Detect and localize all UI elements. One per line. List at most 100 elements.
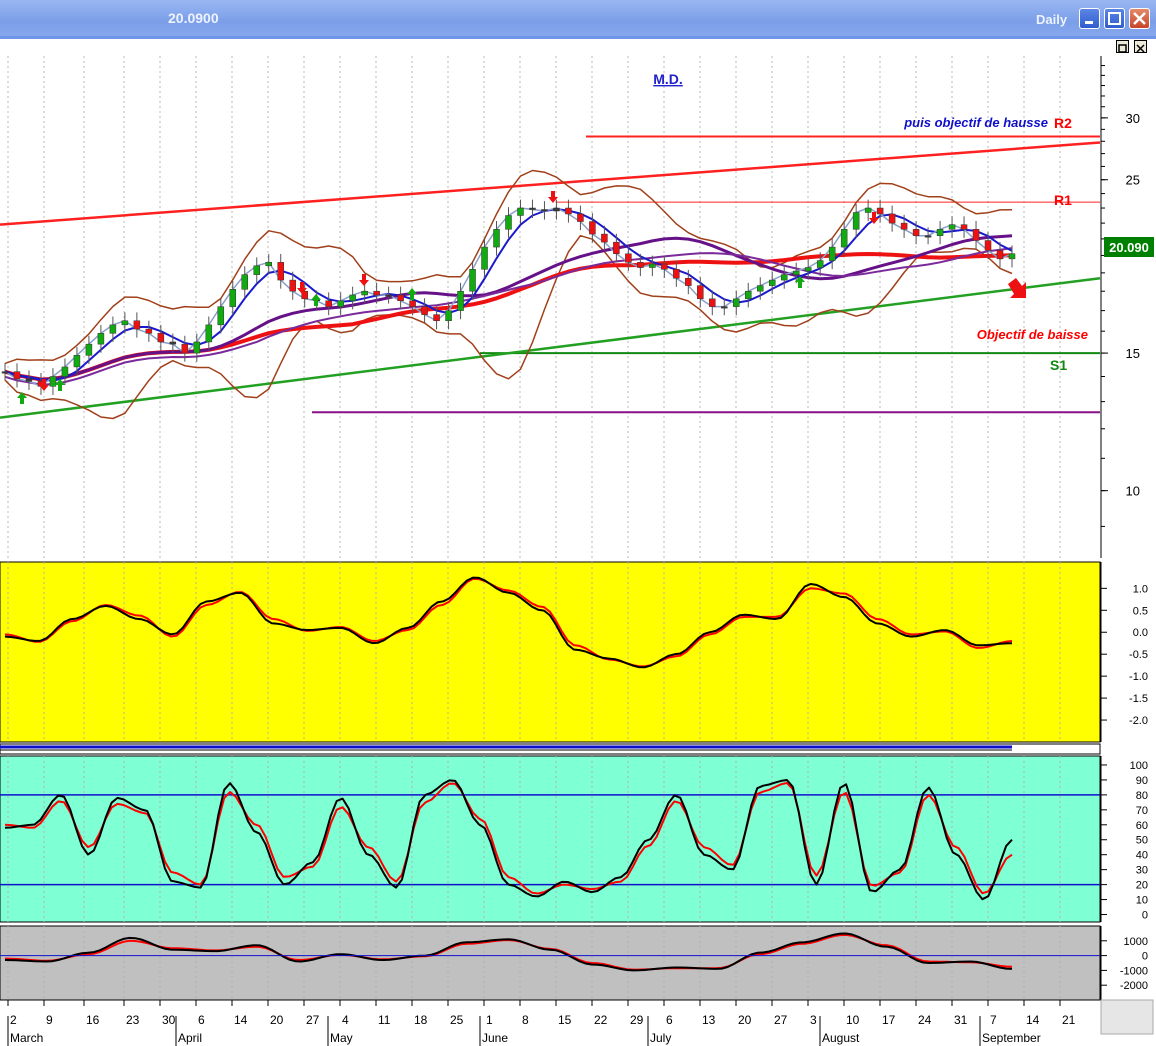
- candle-body: [792, 270, 800, 275]
- x-day-label: 15: [558, 1013, 572, 1027]
- period-label: Daily: [1036, 12, 1068, 27]
- x-month-label: April: [178, 1031, 202, 1045]
- candle-body: [709, 298, 716, 307]
- candle-body: [912, 229, 920, 236]
- candle-body: [253, 265, 260, 275]
- candle-body: [505, 215, 512, 230]
- x-day-label: 14: [234, 1013, 248, 1027]
- candle-body: [325, 300, 332, 307]
- candle-body: [864, 207, 872, 213]
- candle-body: [1008, 253, 1016, 260]
- candle-body: [217, 306, 225, 326]
- x-day-label: 22: [594, 1013, 608, 1027]
- candle-body: [421, 306, 428, 315]
- x-month-label: August: [822, 1031, 860, 1045]
- candle-body: [469, 269, 476, 292]
- volume-oscillator-panel-tick-label: 0: [1142, 951, 1148, 963]
- candle-body: [972, 229, 980, 241]
- candle-body: [553, 207, 560, 212]
- macd-panel-tick-label: 0.5: [1133, 605, 1148, 617]
- candle-body: [673, 269, 680, 279]
- stochastic-panel-tick-label: 100: [1130, 760, 1148, 772]
- candle-body: [697, 285, 704, 300]
- candle-body: [517, 207, 524, 216]
- candle-body: [637, 262, 644, 268]
- candle-body: [73, 355, 81, 368]
- x-month-label: July: [650, 1031, 671, 1045]
- x-day-label: 4: [342, 1013, 349, 1027]
- stochastic-panel-tick-label: 70: [1136, 805, 1148, 817]
- candle-body: [409, 300, 416, 307]
- x-day-label: 6: [198, 1013, 205, 1027]
- candle-body: [349, 294, 356, 302]
- x-day-label: 20: [270, 1013, 284, 1027]
- candle-body: [109, 324, 117, 334]
- macd-panel-tick-label: 0.0: [1133, 627, 1148, 639]
- candle-body: [169, 341, 177, 345]
- price-tick-label: 10: [1126, 484, 1140, 499]
- close-button[interactable]: [1129, 8, 1150, 29]
- candle-body: [205, 324, 213, 343]
- last-price: 20.0900: [168, 10, 219, 26]
- x-axis: 2 9 16 23 30 6 14 20 27 4 11 18 25 1 8 15 22 29 6 13 20 27 3 10…: [0, 999, 1100, 1046]
- candle-body: [361, 290, 368, 296]
- candle-body: [133, 320, 141, 330]
- candle-body: [625, 253, 632, 263]
- x-day-label: 31: [954, 1013, 968, 1027]
- candle-body: [97, 333, 105, 345]
- candle-body: [445, 310, 452, 321]
- candle-body: [948, 224, 956, 230]
- x-day-label: 17: [882, 1013, 896, 1027]
- minimize-icon: [1085, 21, 1093, 24]
- candle-body: [876, 207, 884, 215]
- price-tick-label: 30: [1126, 111, 1140, 126]
- candle-body: [828, 246, 836, 261]
- candle-body: [541, 209, 548, 212]
- price-tick-label: 25: [1126, 173, 1140, 188]
- candle-body: [589, 221, 596, 235]
- x-day-label: 27: [774, 1013, 788, 1027]
- x-day-label: 14: [1026, 1013, 1040, 1027]
- x-day-label: 18: [414, 1013, 428, 1027]
- chart-window: 20.0900 Daily 10 15 25 30 M.D. puis objecti…: [0, 0, 1156, 1046]
- minimize-button[interactable]: [1079, 8, 1100, 29]
- candle-body: [529, 207, 536, 210]
- last-value-label: 20.090: [1109, 240, 1149, 255]
- candle-body: [85, 343, 93, 356]
- macd-panel-tick-label: -2.0: [1129, 715, 1148, 727]
- x-day-label: 1: [486, 1013, 493, 1027]
- stochastic-panel-background[interactable]: [0, 755, 1101, 923]
- stochastic-panel-tick-label: 90: [1136, 775, 1148, 787]
- x-day-label: 30: [162, 1013, 176, 1027]
- candle-body: [397, 294, 404, 302]
- candle-body: [780, 274, 788, 281]
- candle-body: [613, 241, 620, 255]
- sub-restore-button[interactable]: [1116, 40, 1129, 53]
- chart-area[interactable]: 10152530 M.D. puis objectif de hausse R2…: [0, 56, 1156, 1046]
- maximize-button[interactable]: [1104, 8, 1125, 29]
- sub-close-button[interactable]: [1134, 40, 1147, 53]
- candle-body: [936, 229, 944, 236]
- candle-body: [433, 314, 440, 321]
- candle-body: [157, 333, 165, 343]
- close-icon: [1136, 44, 1145, 53]
- label-s1: S1: [1050, 357, 1067, 373]
- x-month-label: May: [330, 1031, 353, 1045]
- candle-body: [888, 213, 896, 224]
- title-bar[interactable]: 20.0900 Daily: [0, 0, 1156, 36]
- candle-body: [840, 229, 848, 248]
- x-month-label: June: [482, 1031, 508, 1045]
- volume-oscillator-panel-tick-label: -1000: [1120, 965, 1148, 977]
- macd-panel-background[interactable]: [0, 561, 1101, 743]
- x-day-label: 25: [450, 1013, 464, 1027]
- stochastic-panel-tick-label: 20: [1136, 880, 1148, 892]
- x-day-label: 8: [522, 1013, 529, 1027]
- restore-icon: [1118, 44, 1127, 53]
- stochastic-panel-tick-label: 10: [1136, 895, 1148, 907]
- x-day-label: 20: [738, 1013, 752, 1027]
- candle-body: [25, 378, 33, 382]
- candle-body: [13, 371, 21, 380]
- macd-panel-tick-label: -1.0: [1129, 671, 1148, 683]
- stochastic-panel-tick-label: 40: [1136, 850, 1148, 862]
- candle-body: [121, 320, 129, 326]
